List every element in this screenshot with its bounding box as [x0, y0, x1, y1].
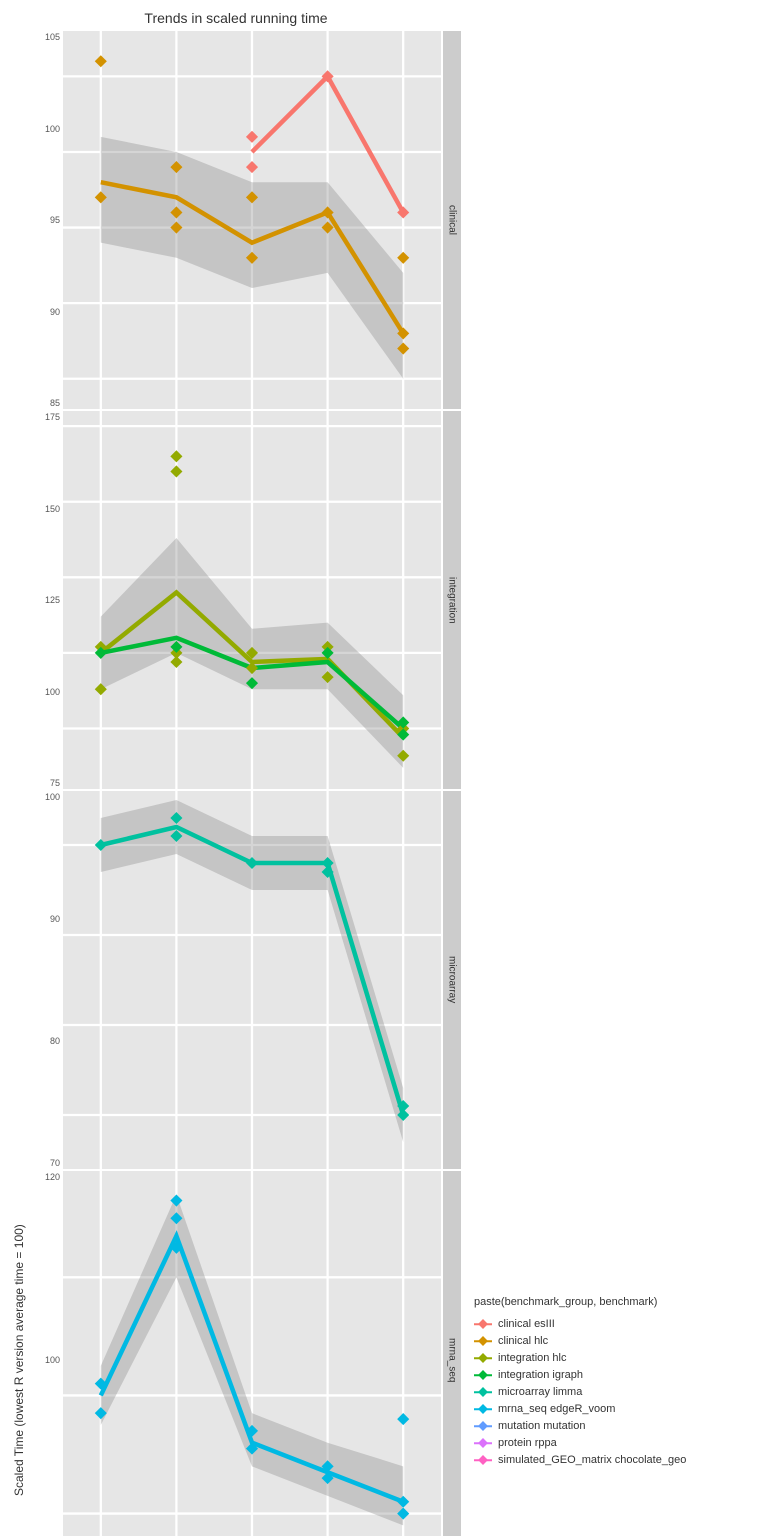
chart-container: Trends in scaled running time Scaled Tim… [10, 10, 758, 1536]
facet-panel [62, 1170, 442, 1536]
legend-item: microarray limma [474, 1385, 754, 1399]
facet-panel [62, 790, 442, 1170]
panel-stack: 105100959085 clinical 17515012510075 integr… [28, 30, 462, 1536]
facet-label: integration [447, 577, 458, 624]
legend-swatch-icon [474, 1436, 492, 1450]
legend-label: integration hlc [498, 1352, 567, 1364]
facet-strip: clinical [442, 30, 462, 410]
legend-label: mrna_seq edgeR_voom [498, 1403, 615, 1415]
legend-swatch-icon [474, 1317, 492, 1331]
panel-row-microarray: 100908070 microarray [28, 790, 462, 1170]
panel-row-clinical: 105100959085 clinical [28, 30, 462, 410]
legend-label: microarray limma [498, 1386, 582, 1398]
legend-label: mutation mutation [498, 1420, 585, 1432]
legend-item: protein rppa [474, 1436, 754, 1450]
legend-label: integration igraph [498, 1369, 583, 1381]
legend-swatch-icon [474, 1351, 492, 1365]
facet-strip: integration [442, 410, 462, 790]
panel-row-integration: 17515012510075 integration [28, 410, 462, 790]
legend-swatch-icon [474, 1402, 492, 1416]
legend-swatch-icon [474, 1334, 492, 1348]
legend-item: mutation mutation [474, 1419, 754, 1433]
legend-swatch-icon [474, 1385, 492, 1399]
legend: paste(benchmark_group, benchmark) clinic… [462, 10, 758, 1536]
legend-label: protein rppa [498, 1437, 557, 1449]
facet-panel [62, 30, 442, 410]
y-ticks: 100908070 [28, 790, 62, 1170]
legend-label: simulated_GEO_matrix chocolate_geo [498, 1454, 686, 1466]
y-axis-label: Scaled Time (lowest R version average ti… [10, 30, 28, 1536]
legend-item: clinical esIII [474, 1317, 754, 1331]
facet-label: mrna_seq [447, 1338, 458, 1382]
legend-item: clinical hlc [474, 1334, 754, 1348]
facet-label: clinical [447, 205, 458, 235]
facet-label: microarray [447, 956, 458, 1003]
legend-item: integration igraph [474, 1368, 754, 1382]
legend-label: clinical hlc [498, 1335, 548, 1347]
y-ticks: 17515012510075 [28, 410, 62, 790]
legend-swatch-icon [474, 1419, 492, 1433]
legend-title: paste(benchmark_group, benchmark) [474, 1296, 754, 1308]
panel-row-mrna_seq: 12010080 mrna_seq [28, 1170, 462, 1536]
legend-label: clinical esIII [498, 1318, 555, 1330]
legend-item: mrna_seq edgeR_voom [474, 1402, 754, 1416]
y-ticks: 105100959085 [28, 30, 62, 410]
facet-strip: microarray [442, 790, 462, 1170]
facet-panels: Scaled Time (lowest R version average ti… [10, 30, 462, 1536]
facet-panel [62, 410, 442, 790]
legend-swatch-icon [474, 1368, 492, 1382]
legend-swatch-icon [474, 1453, 492, 1467]
legend-item: integration hlc [474, 1351, 754, 1365]
plot-column: Trends in scaled running time Scaled Tim… [10, 10, 462, 1536]
y-ticks: 12010080 [28, 1170, 62, 1536]
facet-strip: mrna_seq [442, 1170, 462, 1536]
chart-title: Trends in scaled running time [10, 10, 462, 26]
legend-item: simulated_GEO_matrix chocolate_geo [474, 1453, 754, 1467]
